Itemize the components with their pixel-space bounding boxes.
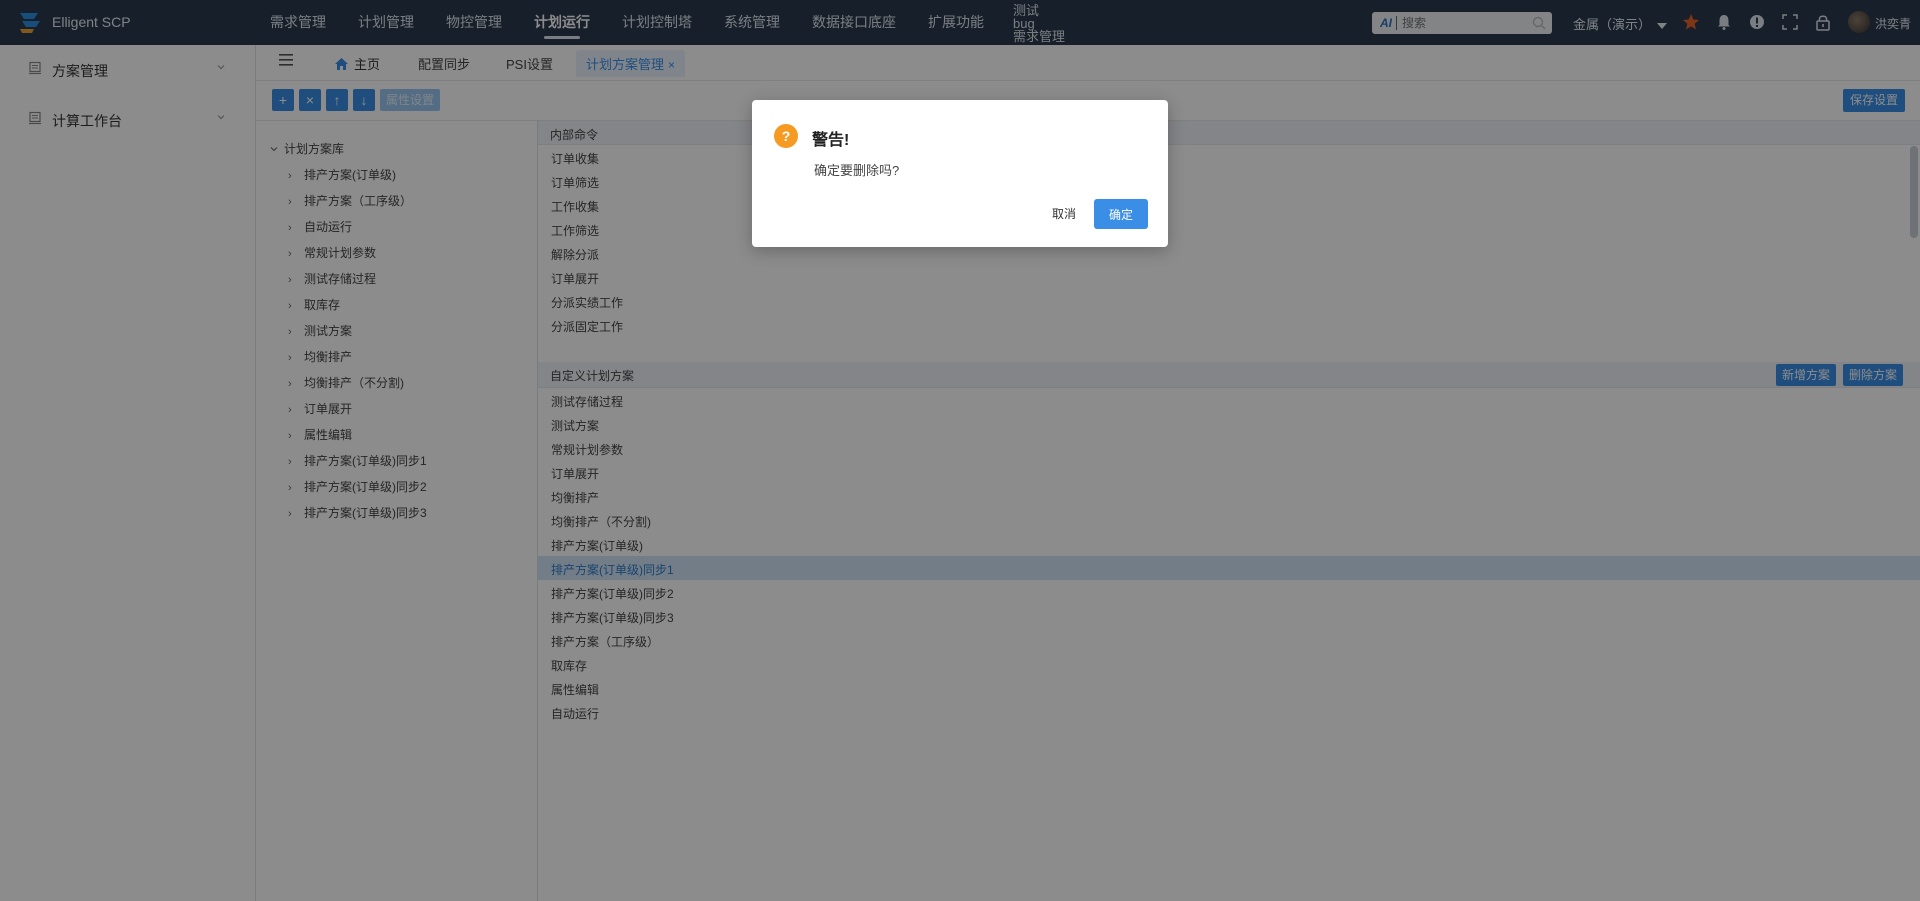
dialog-message: 确定要删除吗? [814,163,900,178]
cancel-button[interactable]: 取消 [1038,198,1090,228]
warning-question-icon: ? [774,124,798,148]
dialog-title: 警告! [812,132,850,149]
confirm-button[interactable]: 确定 [1094,199,1148,229]
warning-dialog: ? 警告! 确定要删除吗? 取消 确定 [752,100,1168,247]
